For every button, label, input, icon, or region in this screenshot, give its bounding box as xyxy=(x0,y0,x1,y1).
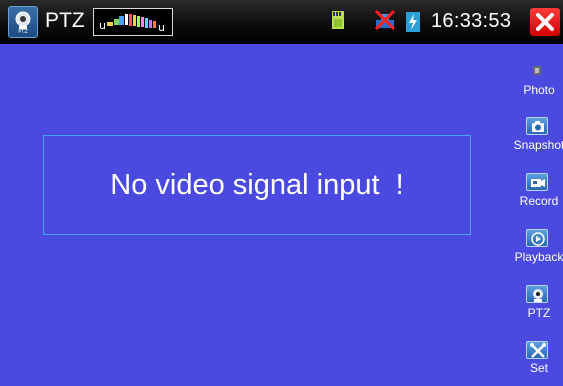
ptz-camera-icon xyxy=(526,285,548,303)
close-icon xyxy=(536,13,554,31)
cable-signal-icon: u u xyxy=(99,14,165,34)
function-sidebar: Photo Snapshot Record Playback PTZ Set xyxy=(510,44,563,379)
sidebar-item-snapshot[interactable]: Snapshot xyxy=(510,112,563,162)
sd-card-icon xyxy=(332,11,344,29)
photo-icon xyxy=(526,62,548,80)
svg-text:u: u xyxy=(158,21,165,34)
no-signal-message: No video signal input ! xyxy=(110,168,404,201)
video-display: No video signal input ! xyxy=(0,44,510,379)
ptz-camera-icon: PTZ xyxy=(15,11,31,34)
charging-icon xyxy=(406,12,420,32)
record-icon xyxy=(526,173,548,191)
sidebar-label-ptz: PTZ xyxy=(527,306,551,320)
camera-icon xyxy=(526,117,548,135)
clock-time: 16:33:53 xyxy=(431,10,512,32)
svg-text:PTZ: PTZ xyxy=(18,29,28,34)
no-signal-box: No video signal input ! xyxy=(43,135,471,235)
mode-title: PTZ xyxy=(45,9,85,32)
sidebar-item-photo[interactable]: Photo xyxy=(510,57,563,107)
network-disconnected-icon xyxy=(374,9,396,31)
sidebar-label-snapshot: Snapshot xyxy=(513,138,563,152)
sidebar-label-set: Set xyxy=(529,361,548,375)
svg-text:u: u xyxy=(99,19,106,32)
sidebar-item-playback[interactable]: Playback xyxy=(510,224,563,274)
playback-icon xyxy=(526,229,548,247)
status-bar: PTZ PTZ u u 16:33:53 xyxy=(0,0,563,44)
tools-icon xyxy=(526,341,548,359)
sidebar-label-record: Record xyxy=(519,194,559,208)
close-button[interactable] xyxy=(530,8,560,36)
sidebar-item-ptz[interactable]: PTZ xyxy=(510,280,563,330)
sidebar-label-playback: Playback xyxy=(514,250,563,264)
sidebar-item-record[interactable]: Record xyxy=(510,168,563,218)
screen: PTZ PTZ u u 16:33:53 No video signal inp… xyxy=(0,0,563,379)
sidebar-label-photo: Photo xyxy=(523,83,555,97)
ptz-home-button[interactable]: PTZ xyxy=(8,6,38,38)
cable-signal-indicator: u u xyxy=(93,8,173,36)
